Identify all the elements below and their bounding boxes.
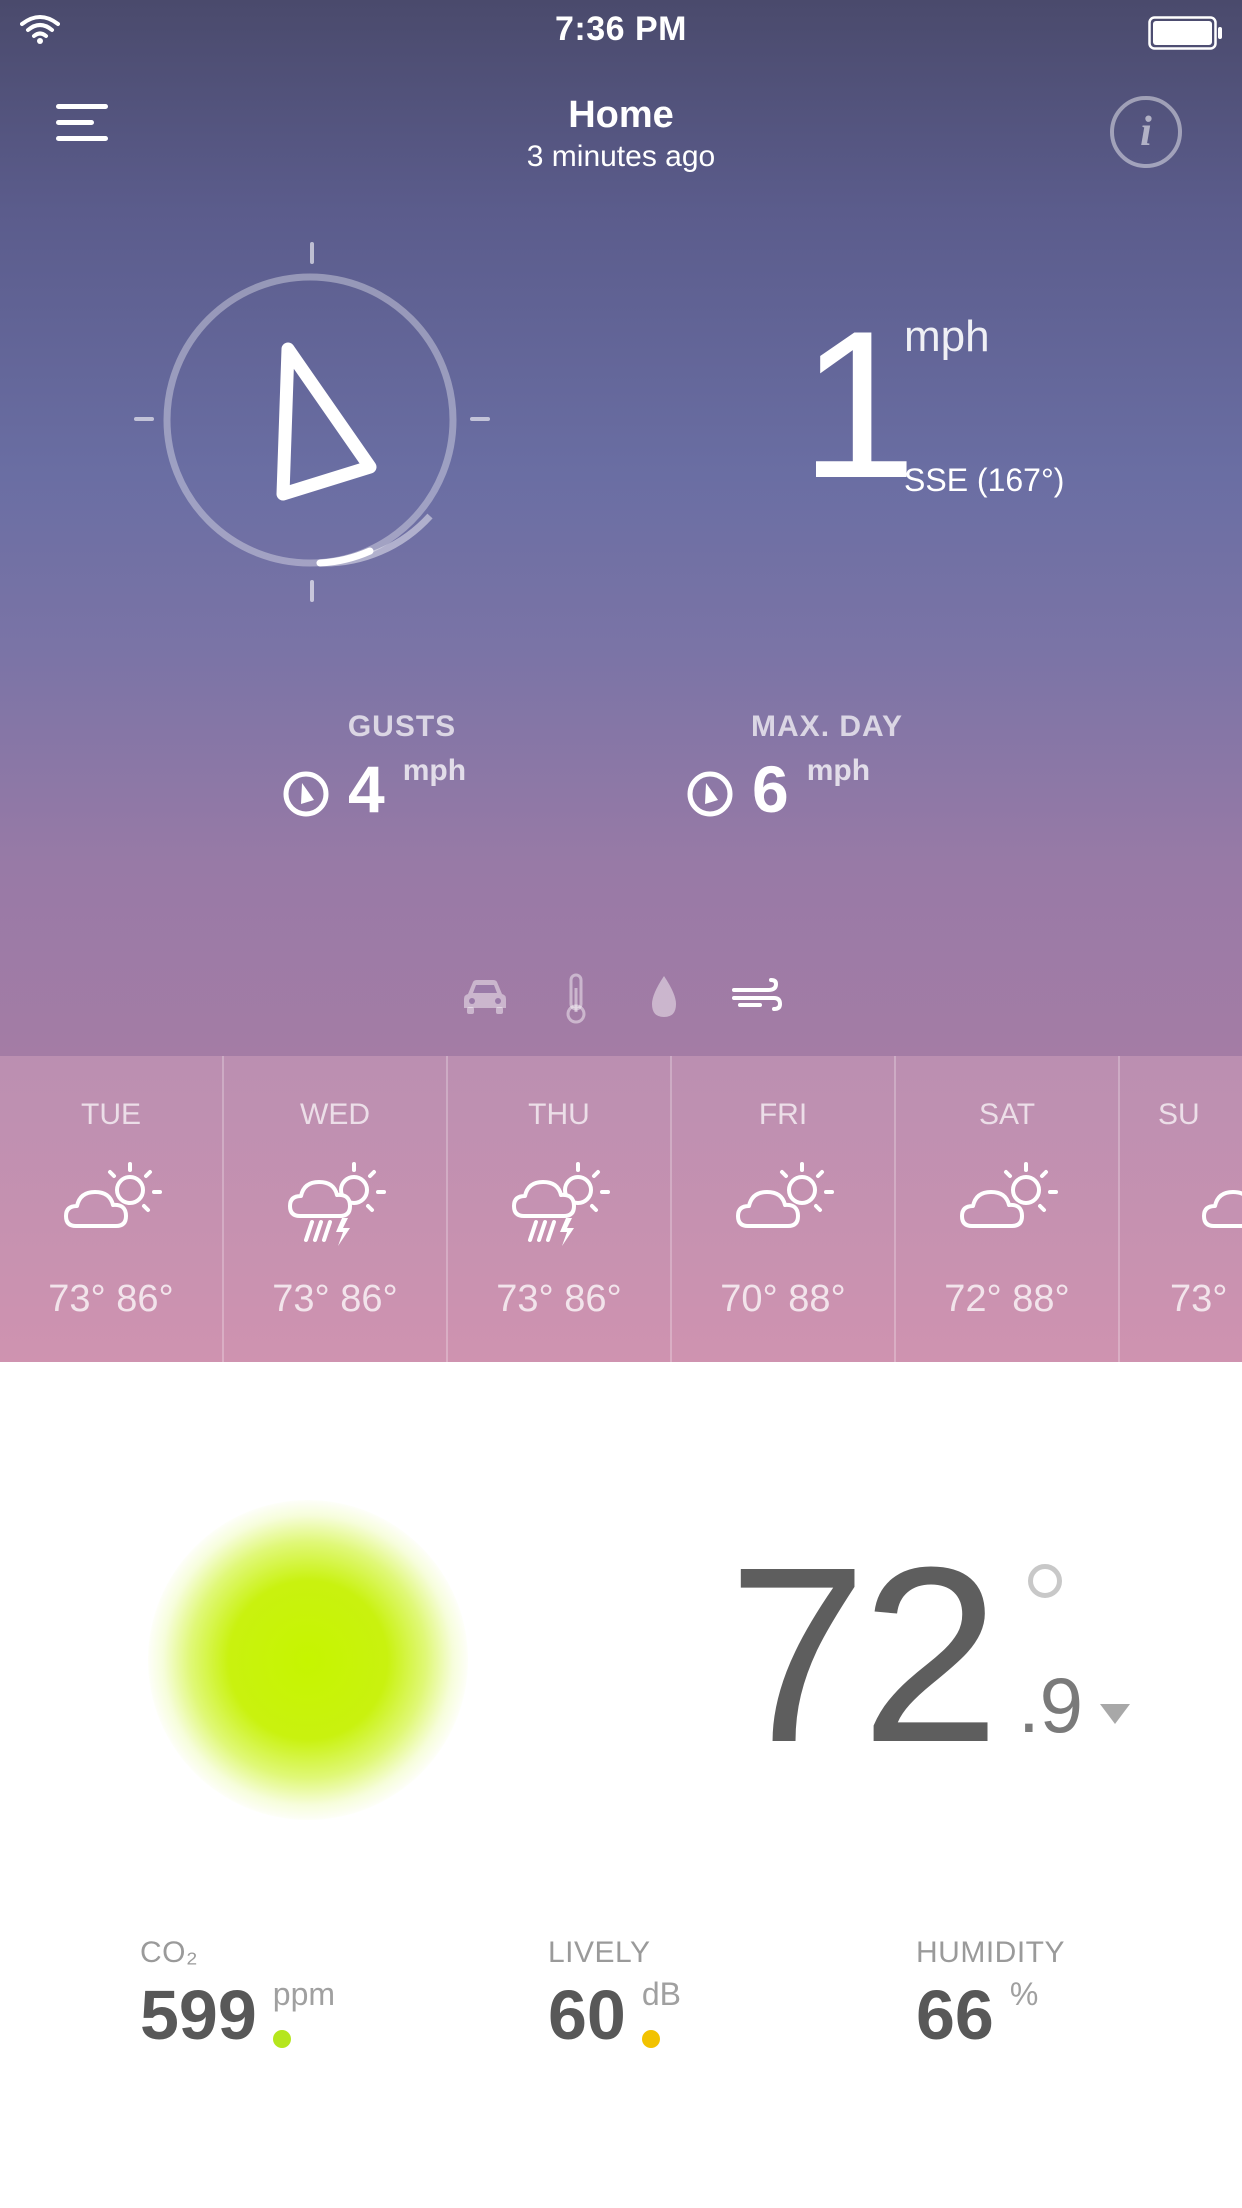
battery-icon	[1148, 16, 1222, 50]
day-name: SAT	[978, 1098, 1036, 1131]
partly-cloudy-icon	[960, 1162, 1058, 1228]
gust-direction-icon	[283, 771, 329, 817]
gusts-unit: mph	[402, 754, 467, 787]
day-temps: 72° 88°	[944, 1278, 1070, 1320]
partly-cloudy-icon	[1202, 1190, 1242, 1228]
day-name: SU	[1158, 1098, 1200, 1131]
forecast-day-thu[interactable]: THU 73° 86°	[448, 1056, 672, 1362]
co2-status-dot	[272, 2030, 291, 2048]
wind-direction: SSE (167°)	[904, 462, 1065, 498]
indoor-temperature-fraction: .9	[1018, 1661, 1084, 1749]
max-direction-icon	[687, 771, 733, 817]
gusts-value: 4	[348, 752, 385, 826]
outdoor-panel: 7:36 PM Home 3 minutes ago i 1 mph SSE (…	[0, 0, 1242, 1056]
forecast-day-wed[interactable]: WED 73° 86°	[224, 1056, 448, 1362]
last-updated: 3 minutes ago	[526, 140, 716, 173]
station-title: Home	[568, 94, 674, 136]
co2-value: 599	[140, 1976, 257, 2054]
max-day-label: MAX. DAY	[751, 710, 903, 743]
day-name: TUE	[81, 1098, 141, 1131]
forecast-day-fri[interactable]: FRI 70° 88°	[672, 1056, 896, 1362]
air-quality-orb	[148, 1500, 468, 1820]
day-temps: 73° 86°	[48, 1278, 174, 1320]
partly-cloudy-icon	[64, 1162, 162, 1228]
status-bar: 7:36 PM	[0, 0, 1242, 60]
thunderstorm-icon	[288, 1162, 386, 1246]
forecast-day-tue[interactable]: TUE 73° 86°	[0, 1056, 224, 1362]
noise-status-dot	[641, 2030, 660, 2048]
humidity-metric[interactable]: HUMIDITY 66 %	[916, 1936, 1065, 2056]
day-name: WED	[300, 1098, 370, 1131]
co2-unit: ppm	[272, 1976, 336, 2012]
day-name: FRI	[758, 1098, 808, 1131]
forecast-day-sun[interactable]: SU 73°	[1120, 1056, 1242, 1362]
noise-value: 60	[548, 1976, 626, 2054]
humidity-unit: %	[1009, 1976, 1039, 2012]
max-day-value: 6	[752, 752, 789, 826]
wind-speed: 1	[800, 287, 917, 522]
wind-direction-arrow-icon	[276, 342, 377, 501]
status-time: 7:36 PM	[555, 10, 687, 48]
day-name: THU	[528, 1098, 590, 1131]
info-button[interactable]: i	[1110, 96, 1182, 168]
forecast-day-sat[interactable]: SAT 72° 88°	[896, 1056, 1120, 1362]
wind-speed-unit: mph	[904, 312, 990, 361]
partly-cloudy-icon	[736, 1162, 834, 1228]
trend-down-icon	[1100, 1704, 1130, 1724]
day-temps: 73° 86°	[272, 1278, 398, 1320]
wind-icon[interactable]	[732, 978, 782, 1014]
co2-label: CO₂	[140, 1936, 199, 1969]
droplet-icon[interactable]	[648, 974, 680, 1020]
noise-unit: dB	[641, 1976, 682, 2012]
gusts-stat: GUSTS 4 mph	[282, 710, 522, 824]
car-icon[interactable]	[462, 976, 508, 1016]
noise-label: LIVELY	[548, 1936, 651, 1969]
thermometer-icon[interactable]	[562, 972, 590, 1024]
thunderstorm-icon	[512, 1162, 610, 1246]
gusts-label: GUSTS	[347, 710, 457, 743]
max-day-unit: mph	[806, 754, 871, 787]
mode-selector	[0, 973, 1242, 1028]
max-day-stat: MAX. DAY 6 mph	[686, 710, 968, 824]
forecast-strip[interactable]: TUE 73° 86° WED 73° 86° THU 73° 86° FRI …	[0, 1056, 1242, 1362]
co2-metric[interactable]: CO₂ 599 ppm	[140, 1936, 335, 2056]
day-temps: 70° 88°	[720, 1278, 846, 1320]
humidity-value: 66	[916, 1976, 994, 2054]
day-temps: 73° 86°	[496, 1278, 622, 1320]
day-temps: 73°	[1170, 1278, 1228, 1320]
wind-compass	[134, 242, 490, 602]
noise-metric[interactable]: LIVELY 60 dB	[548, 1936, 681, 2056]
degree-symbol-icon	[1028, 1564, 1062, 1598]
indoor-temperature: 72	[728, 1515, 1000, 1794]
humidity-label: HUMIDITY	[916, 1936, 1065, 1969]
